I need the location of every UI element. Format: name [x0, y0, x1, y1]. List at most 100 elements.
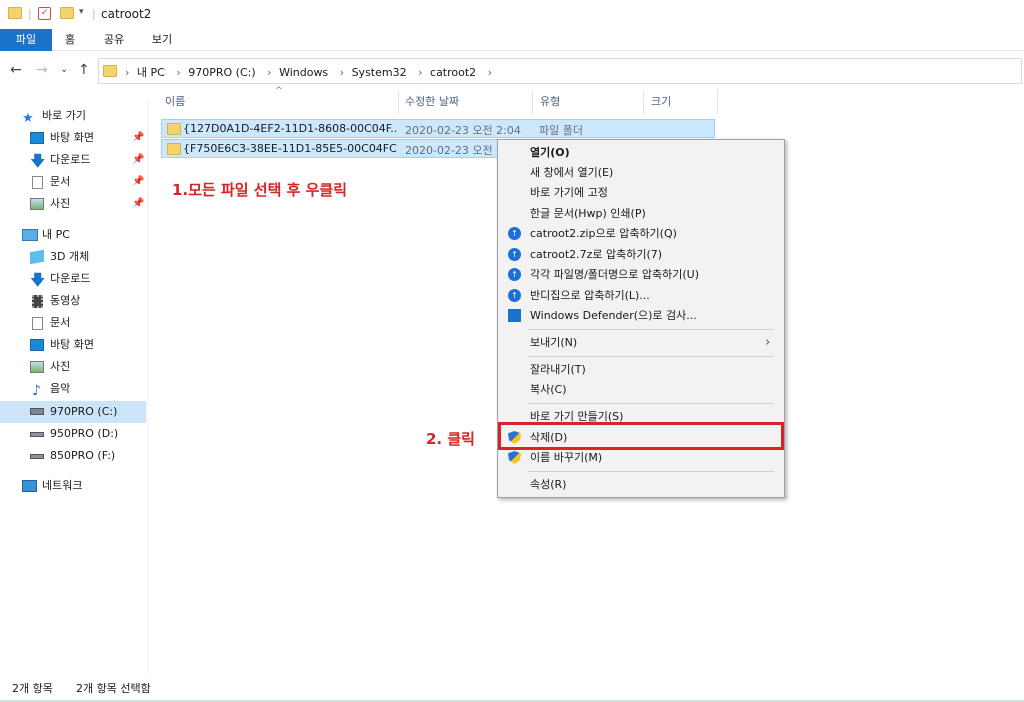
pin-icon[interactable]: 📌 [132, 171, 144, 193]
chevron-right-icon: › [765, 335, 771, 350]
menu-divider [528, 356, 774, 357]
sidebar-item-pc-pictures[interactable]: 사진 [0, 356, 146, 378]
menu-divider [528, 403, 774, 404]
menu-item-copy[interactable]: 복사(C) [498, 379, 784, 400]
chevron-right-icon[interactable]: › [340, 66, 344, 79]
window-title: catroot2 [101, 7, 152, 21]
up-icon[interactable]: ↑ [78, 62, 90, 78]
menu-item-pin-quick-access[interactable]: 바로 가기에 고정 [498, 182, 784, 203]
tab-share[interactable]: 공유 [92, 29, 136, 51]
document-icon [32, 176, 43, 189]
sidebar-item-pc-downloads[interactable]: 🡇 다운로드 [0, 268, 146, 290]
forward-icon[interactable]: → [36, 62, 48, 78]
sidebar-item-quick-access[interactable]: ★ 바로 가기 [0, 105, 146, 127]
sidebar-item-3d-objects[interactable]: 3D 개체 [0, 246, 146, 268]
properties-check-icon[interactable]: ✓ [38, 7, 51, 20]
pin-icon[interactable]: 📌 [132, 149, 144, 171]
bandizip-icon: ↑ [508, 289, 521, 302]
column-header-name[interactable]: 이름 [165, 90, 395, 114]
menu-item-compress-each[interactable]: ↑ 각각 파일명/폴더명으로 압축하기(U) [498, 264, 784, 285]
new-folder-icon[interactable] [60, 7, 74, 19]
item-count: 2개 항목 [12, 682, 53, 695]
sidebar-item-pc-documents[interactable]: 문서 [0, 312, 146, 334]
breadcrumb-catroot2[interactable]: catroot2 [430, 66, 476, 79]
separator: | [92, 7, 96, 20]
menu-item-print-hwp[interactable]: 한글 문서(Hwp) 인쇄(P) [498, 203, 784, 224]
drive-icon [30, 408, 44, 415]
desktop-icon [30, 339, 44, 351]
column-header-size[interactable]: 크기 [651, 90, 711, 114]
breadcrumb-windows[interactable]: Windows [279, 66, 328, 79]
sidebar-item-this-pc[interactable]: 내 PC [0, 224, 146, 246]
file-date: 2020-02-23 오전 2:04 [405, 124, 521, 137]
menu-item-open-new-window[interactable]: 새 창에서 열기(E) [498, 162, 784, 183]
table-row[interactable]: {127D0A1D-4EF2-11D1-8608-00C04F... 2020-… [161, 119, 715, 138]
sidebar-item-desktop[interactable]: 바탕 화면 📌 [0, 127, 146, 149]
sidebar-item-drive-f[interactable]: 850PRO (F:) [0, 445, 146, 467]
bandizip-icon: ↑ [508, 268, 521, 281]
customize-toolbar-icon[interactable]: ▾ [79, 7, 84, 17]
pin-icon[interactable]: 📌 [132, 127, 144, 149]
navigation-bar: ← → ⌄ ↑ › 내 PC › 970PRO (C:) › Windows ›… [0, 52, 1024, 88]
navigation-pane: ★ 바로 가기 바탕 화면 📌 🡇 다운로드 📌 문서 📌 사진 📌 내 PC … [0, 100, 148, 675]
column-divider[interactable] [717, 90, 718, 114]
pictures-icon [30, 198, 44, 210]
chevron-right-icon[interactable]: › [176, 66, 180, 79]
chevron-right-icon[interactable]: › [488, 66, 492, 79]
sidebar-item-videos[interactable]: 동영상 [0, 290, 146, 312]
download-icon: 🡇 [30, 152, 46, 170]
bandizip-icon: ↑ [508, 248, 521, 261]
shield-icon [508, 451, 521, 464]
sidebar-item-downloads[interactable]: 🡇 다운로드 📌 [0, 149, 146, 171]
tab-file[interactable]: 파일 [0, 29, 52, 51]
ribbon-tabs: 파일 홈 공유 보기 [0, 29, 1024, 51]
selected-count: 2개 항목 선택함 [76, 682, 151, 695]
sidebar-item-documents[interactable]: 문서 📌 [0, 171, 146, 193]
folder-icon [167, 143, 181, 155]
sidebar-item-drive-d[interactable]: 950PRO (D:) [0, 423, 146, 445]
annotation-step-2: 2. 클릭 [426, 430, 475, 448]
menu-item-rename[interactable]: 이름 바꾸기(M) [498, 447, 784, 468]
column-header-date[interactable]: 수정한 날짜 [405, 90, 525, 114]
menu-item-open[interactable]: 열기(O) [498, 142, 784, 163]
menu-item-compress-7z[interactable]: ↑ catroot2.7z로 압축하기(7) [498, 244, 784, 265]
sidebar-item-network[interactable]: 네트워크 [0, 475, 146, 497]
back-icon[interactable]: ← [10, 62, 22, 78]
column-divider[interactable] [532, 90, 533, 114]
breadcrumb-drive[interactable]: 970PRO (C:) [188, 66, 255, 79]
windows-defender-icon [508, 309, 521, 322]
breadcrumb-system32[interactable]: System32 [352, 66, 407, 79]
highlight-box [498, 422, 784, 450]
menu-divider [528, 329, 774, 330]
chevron-right-icon[interactable]: › [267, 66, 271, 79]
column-divider[interactable] [398, 90, 399, 114]
download-icon: 🡇 [30, 271, 46, 289]
sidebar-item-drive-c[interactable]: 970PRO (C:) [0, 401, 146, 423]
breadcrumb: › 내 PC › 970PRO (C:) › Windows › System3… [121, 64, 496, 80]
status-bar: 2개 항목 2개 항목 선택함 [0, 676, 1024, 702]
menu-item-defender-scan[interactable]: Windows Defender(으)로 검사... [498, 305, 784, 326]
menu-item-send-to[interactable]: 보내기(N) › [498, 332, 784, 353]
file-type: 파일 폴더 [539, 124, 583, 137]
address-bar[interactable]: › 내 PC › 970PRO (C:) › Windows › System3… [98, 58, 1022, 84]
tab-view[interactable]: 보기 [140, 29, 184, 51]
column-divider[interactable] [643, 90, 644, 114]
video-icon [32, 295, 43, 308]
document-icon [32, 317, 43, 330]
annotation-step-1: 1.모든 파일 선택 후 우클릭 [172, 181, 348, 199]
sidebar-item-pc-desktop[interactable]: 바탕 화면 [0, 334, 146, 356]
chevron-right-icon[interactable]: › [418, 66, 422, 79]
menu-item-compress-zip[interactable]: ↑ catroot2.zip으로 압축하기(Q) [498, 223, 784, 244]
tab-home[interactable]: 홈 [52, 29, 88, 51]
separator: | [28, 7, 32, 20]
sidebar-item-pictures[interactable]: 사진 📌 [0, 193, 146, 215]
breadcrumb-this-pc[interactable]: 내 PC [137, 66, 165, 79]
recent-chevron-down-icon[interactable]: ⌄ [60, 64, 68, 75]
menu-item-bandizip[interactable]: ↑ 반디집으로 압축하기(L)... [498, 285, 784, 306]
column-header-type[interactable]: 유형 [540, 90, 640, 114]
sidebar-item-music[interactable]: ♪ 음악 [0, 378, 146, 400]
pictures-icon [30, 361, 44, 373]
menu-item-properties[interactable]: 속성(R) [498, 474, 784, 495]
pin-icon[interactable]: 📌 [132, 193, 144, 215]
menu-item-cut[interactable]: 잘라내기(T) [498, 359, 784, 380]
